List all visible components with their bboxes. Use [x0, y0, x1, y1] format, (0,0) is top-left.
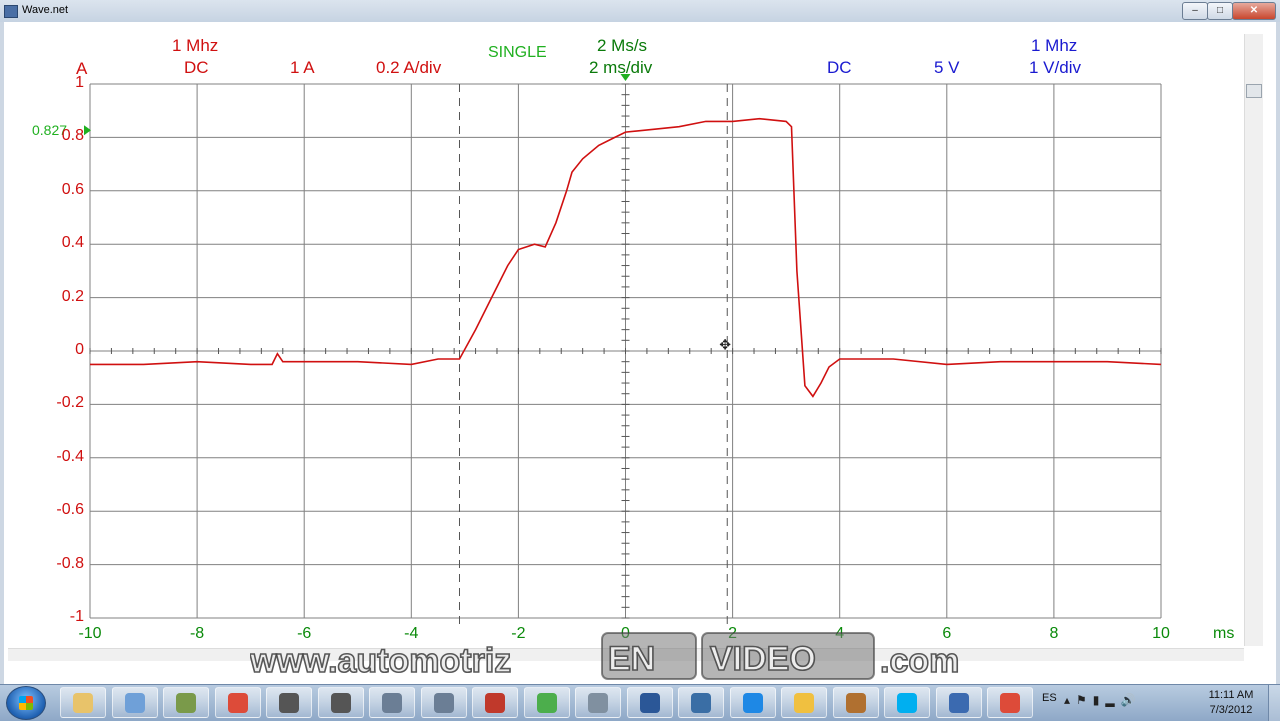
watermark-logo: www.automotriz EN VIDEO .com	[250, 632, 960, 681]
taskbar-app-app7[interactable]	[369, 687, 415, 718]
y-tick-label: -0.6	[56, 501, 84, 519]
svg-text:.com: .com	[880, 642, 959, 680]
system-tray-icons[interactable]: ▴⚑▮▂🔊	[1064, 693, 1142, 707]
channel-b-coupling[interactable]: DC	[827, 58, 852, 78]
taskbar: ES ▴⚑▮▂🔊 11:11 AM 7/3/2012	[0, 684, 1280, 721]
y-tick-label: 0.4	[61, 234, 84, 252]
teamviewer-icon	[742, 693, 763, 713]
settings-icon	[845, 693, 866, 713]
calculator-icon	[588, 693, 608, 713]
channel-b-bandwidth[interactable]: 1 Mhz	[1031, 36, 1077, 56]
x-tick-label: -10	[78, 625, 102, 642]
x-tick-label: 8	[1049, 625, 1059, 642]
tool-icon	[176, 693, 196, 713]
windows-logo-icon	[19, 696, 33, 710]
taskbar-app-teamviewer[interactable]	[729, 687, 776, 718]
wave-app-icon	[124, 693, 145, 713]
taskbar-app-chrome[interactable]	[214, 687, 261, 718]
trigger-mode[interactable]: SINGLE	[488, 44, 547, 62]
taskbar-app-wave-app[interactable]	[111, 687, 158, 718]
network-app-icon	[948, 693, 969, 713]
x-tick-label: 10	[1152, 625, 1170, 642]
taskbar-app-network-app[interactable]	[935, 687, 982, 718]
vertical-scrollbar-thumb[interactable]	[1246, 84, 1262, 98]
y-tick-label: 0.8	[61, 127, 84, 145]
clock-date[interactable]: 7/3/2012	[1200, 704, 1262, 716]
word-icon	[639, 693, 660, 713]
minimize-button[interactable]: –	[1182, 2, 1208, 20]
channel-b-scale[interactable]: 1 V/div	[1029, 58, 1081, 78]
y-tick-label: -0.4	[56, 447, 84, 465]
channel-a-scale[interactable]: 0.2 A/div	[376, 58, 441, 78]
language-indicator[interactable]: ES	[1042, 692, 1057, 704]
taskbar-app-app8[interactable]	[420, 687, 467, 718]
taskbar-app-word[interactable]	[626, 687, 673, 718]
explorer-icon	[73, 693, 93, 713]
app7-icon	[382, 693, 402, 713]
window-title: Wave.net	[22, 4, 69, 16]
taskbar-app-explorer[interactable]	[60, 687, 106, 718]
taskbar-app-tool[interactable]	[163, 687, 209, 718]
channel-b-range[interactable]: 5 V	[934, 58, 960, 78]
window-titlebar[interactable]: Wave.net – □ ✕	[0, 0, 1280, 23]
y-tick-label: -0.2	[56, 394, 84, 412]
taskbar-app-app5[interactable]	[266, 687, 312, 718]
x-axis-unit: ms	[1213, 625, 1235, 642]
app8-icon	[433, 693, 454, 713]
app13-icon	[691, 693, 711, 713]
timebase-scale[interactable]: 2 ms/div	[589, 58, 652, 78]
channel-a-coupling[interactable]: DC	[184, 58, 209, 78]
close-button[interactable]: ✕	[1232, 2, 1276, 20]
sample-rate[interactable]: 2 Ms/s	[597, 36, 647, 56]
x-tick-label: -8	[189, 625, 205, 642]
filezilla-icon	[485, 693, 505, 713]
taskbar-app-talk[interactable]	[523, 687, 570, 718]
svg-text:www.automotriz: www.automotriz	[250, 642, 511, 680]
taskbar-app-skype[interactable]	[884, 687, 930, 718]
svg-text:VIDEO: VIDEO	[710, 640, 816, 678]
y-tick-label: 1	[75, 74, 84, 91]
chrome-icon	[227, 693, 248, 713]
taskbar-app-settings[interactable]	[832, 687, 879, 718]
app-icon	[4, 5, 18, 18]
taskbar-app-app13[interactable]	[678, 687, 724, 718]
start-button[interactable]	[6, 686, 46, 720]
y-tick-label: 0.2	[61, 287, 84, 305]
taskbar-app-filezilla[interactable]	[472, 687, 518, 718]
clock-time[interactable]: 11:11 AM	[1200, 689, 1262, 701]
skype-icon	[897, 693, 917, 713]
show-desktop-button[interactable]	[1268, 685, 1280, 721]
y-tick-label: 0	[75, 341, 84, 358]
chrome-2-icon	[1000, 693, 1020, 713]
taskbar-app-chrome-2[interactable]	[987, 687, 1033, 718]
app5-icon	[279, 693, 299, 713]
talk-icon	[536, 693, 557, 713]
vertical-scrollbar[interactable]	[1244, 34, 1263, 646]
taskbar-app-app6[interactable]	[317, 687, 364, 718]
app6-icon	[330, 693, 351, 713]
y-tick-label: -0.8	[56, 554, 84, 572]
taskbar-app-mail[interactable]	[781, 687, 827, 718]
taskbar-app-calculator[interactable]	[575, 687, 621, 718]
mail-icon	[794, 693, 814, 713]
scope-client-area	[0, 22, 1280, 684]
maximize-button[interactable]: □	[1207, 2, 1233, 20]
svg-text:EN: EN	[608, 640, 655, 678]
y-tick-label: 0.6	[61, 180, 84, 198]
channel-a-bandwidth[interactable]: 1 Mhz	[172, 36, 218, 56]
channel-a-range[interactable]: 1 A	[290, 58, 315, 78]
y-tick-label: -1	[69, 608, 84, 625]
